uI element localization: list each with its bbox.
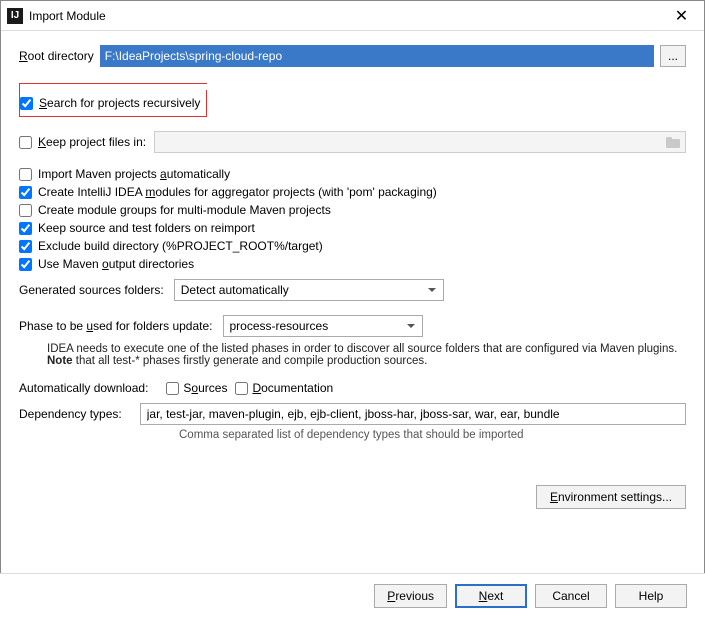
keep-files-label[interactable]: Keep project files in: (38, 135, 146, 149)
close-icon[interactable]: ✕ (659, 1, 704, 31)
dependency-types-input[interactable] (140, 403, 686, 425)
import-auto-checkbox[interactable] (19, 168, 32, 181)
phase-label: Phase to be used for folders update: (19, 319, 213, 333)
dependency-types-help: Comma separated list of dependency types… (179, 429, 686, 441)
module-groups-checkbox[interactable] (19, 204, 32, 217)
window-title: Import Module (29, 9, 659, 23)
exclude-build-row: Exclude build directory (%PROJECT_ROOT%/… (19, 239, 686, 253)
create-modules-label[interactable]: Create IntelliJ IDEA modules for aggrega… (38, 185, 437, 199)
exclude-build-checkbox[interactable] (19, 240, 32, 253)
generated-sources-row: Generated sources folders: Detect automa… (19, 279, 686, 301)
auto-download-row: Automatically download: Sources Document… (19, 381, 686, 395)
generated-sources-label: Generated sources folders: (19, 283, 164, 297)
highlight-annotation: Search for projects recursively (19, 83, 207, 117)
keep-files-field (154, 131, 686, 153)
sources-label[interactable]: Sources (183, 381, 227, 395)
keep-source-row: Keep source and test folders on reimport (19, 221, 686, 235)
keep-files-checkbox[interactable] (19, 136, 32, 149)
use-output-checkbox[interactable] (19, 258, 32, 271)
use-output-label[interactable]: Use Maven output directories (38, 257, 194, 271)
browse-button[interactable]: ... (660, 45, 686, 67)
module-groups-label[interactable]: Create module groups for multi-module Ma… (38, 203, 331, 217)
phase-combo[interactable]: process-resources (223, 315, 423, 337)
root-directory-label: Root directory (19, 49, 94, 63)
keep-files-row: Keep project files in: (19, 131, 686, 153)
auto-download-label: Automatically download: (19, 381, 148, 395)
import-auto-row: Import Maven projects automatically (19, 167, 686, 181)
keep-source-label[interactable]: Keep source and test folders on reimport (38, 221, 255, 235)
use-output-row: Use Maven output directories (19, 257, 686, 271)
sources-checkbox[interactable] (166, 382, 179, 395)
folder-icon[interactable] (665, 136, 681, 148)
root-directory-row: Root directory ... (19, 45, 686, 67)
documentation-checkbox[interactable] (235, 382, 248, 395)
create-modules-row: Create IntelliJ IDEA modules for aggrega… (19, 185, 686, 199)
create-modules-checkbox[interactable] (19, 186, 32, 199)
search-recursive-checkbox[interactable] (20, 97, 33, 110)
environment-settings-button[interactable]: Environment settings... (536, 485, 686, 509)
previous-button[interactable]: Previous (374, 584, 447, 608)
help-button[interactable]: Help (615, 584, 687, 608)
import-auto-label[interactable]: Import Maven projects automatically (38, 167, 230, 181)
module-groups-row: Create module groups for multi-module Ma… (19, 203, 686, 217)
phase-row: Phase to be used for folders update: pro… (19, 315, 686, 337)
dependency-types-row: Dependency types: (19, 403, 686, 425)
titlebar: IJ Import Module ✕ (1, 1, 704, 31)
documentation-label[interactable]: Documentation (252, 381, 333, 395)
footer: Previous Next Cancel Help (0, 573, 705, 618)
next-button[interactable]: Next (455, 584, 527, 608)
root-directory-input[interactable] (100, 45, 654, 67)
phase-help: IDEA needs to execute one of the listed … (47, 343, 686, 367)
app-icon: IJ (7, 8, 23, 24)
keep-source-checkbox[interactable] (19, 222, 32, 235)
generated-sources-combo[interactable]: Detect automatically (174, 279, 444, 301)
search-recursive-checkbox-row: Search for projects recursively (20, 96, 200, 110)
cancel-button[interactable]: Cancel (535, 584, 607, 608)
search-recursive-label[interactable]: Search for projects recursively (39, 96, 200, 110)
dependency-types-label: Dependency types: (19, 407, 122, 421)
exclude-build-label[interactable]: Exclude build directory (%PROJECT_ROOT%/… (38, 239, 323, 253)
